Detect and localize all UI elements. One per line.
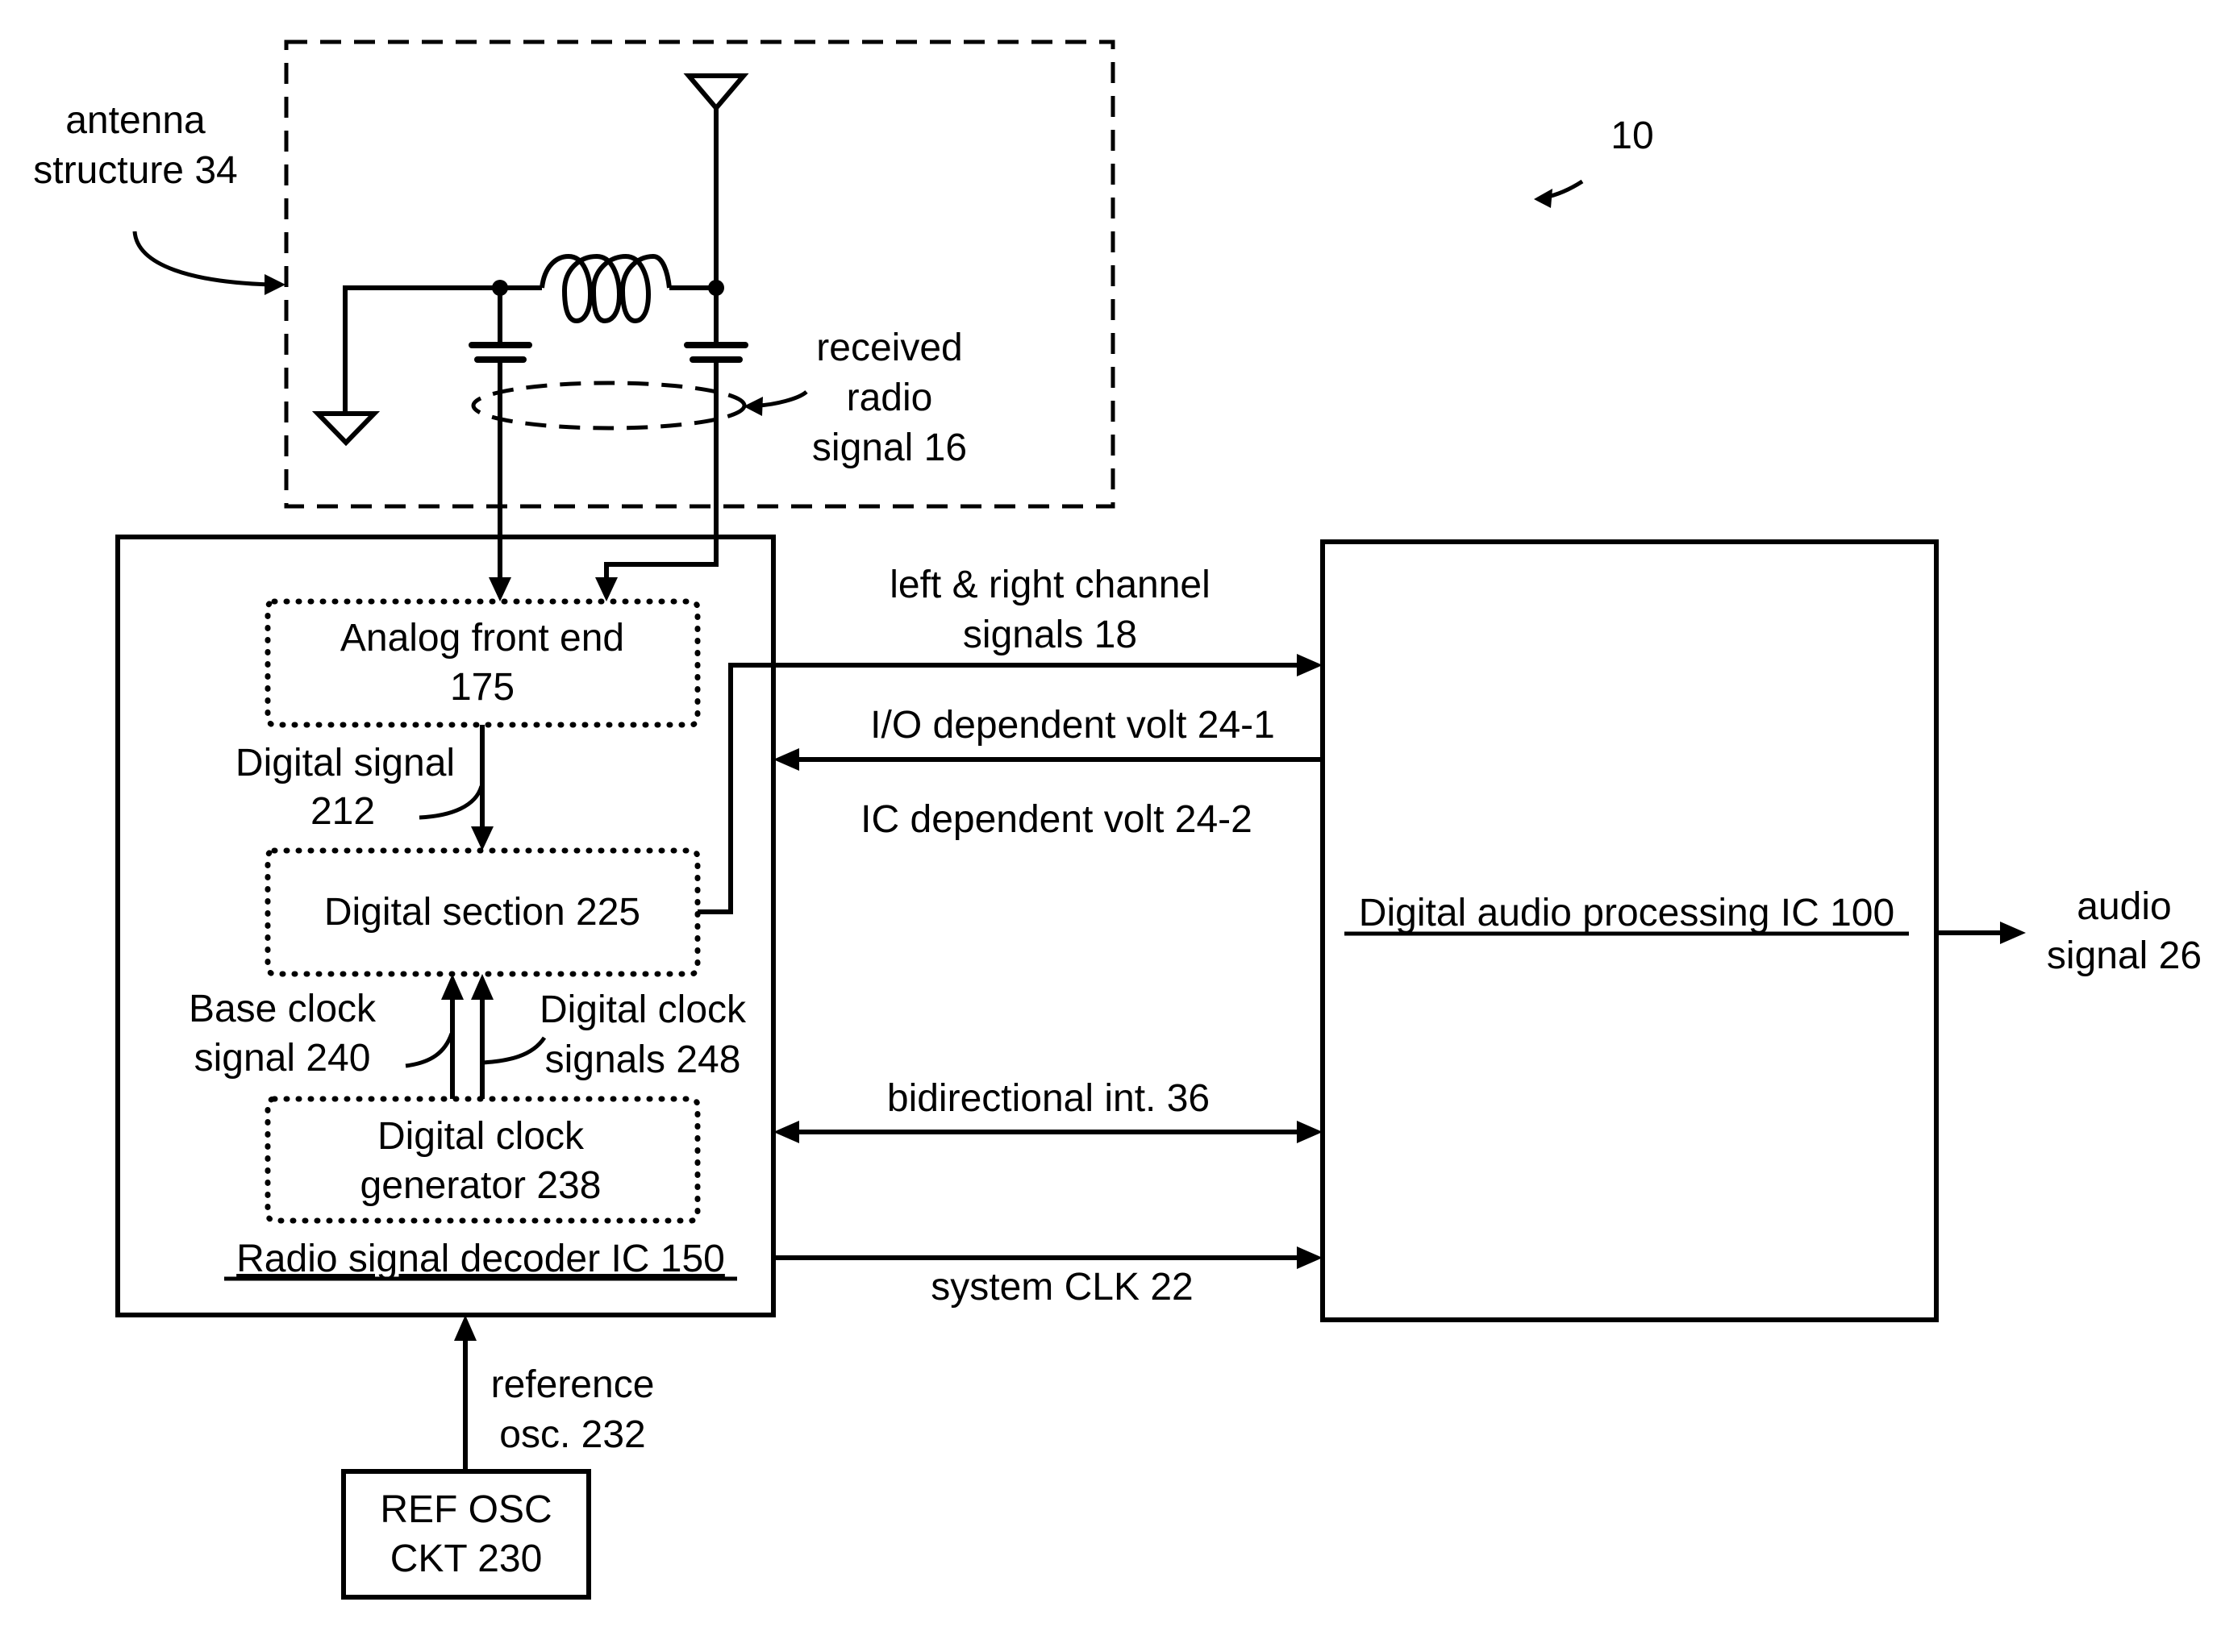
- clock-generator-label-line1: Digital clock: [377, 1115, 585, 1158]
- received-signal-leader: [757, 390, 808, 408]
- ref-osc-ckt-label-line1: REF OSC: [380, 1488, 552, 1531]
- digital-signal-label-line2: 212: [310, 790, 375, 833]
- audio-output-label-line2: signal 26: [2047, 934, 2202, 977]
- received-signal-label-line1: received: [816, 327, 962, 369]
- inductor-icon: [540, 253, 672, 324]
- received-signal-label-line2: radio: [847, 377, 933, 419]
- figure-reference-arrowhead: [1534, 189, 1552, 208]
- system-clk-arrowhead: [1297, 1246, 1323, 1269]
- bidirectional-arrowhead-right: [1297, 1121, 1323, 1143]
- bidirectional-arrowhead-left: [773, 1121, 799, 1143]
- figure-reference-numeral: 10: [1611, 114, 1653, 157]
- digital-signal-arrowhead: [471, 826, 494, 851]
- feed-right-arrowhead: [595, 577, 618, 601]
- antenna-structure-arrowhead: [265, 274, 285, 295]
- ref-osc-ckt-label-line2: CKT 230: [390, 1538, 543, 1580]
- reference-osc-arrowhead: [454, 1315, 477, 1341]
- lr-channel-label-line1: left & right channel: [890, 564, 1211, 606]
- received-signal-arrowhead: [744, 397, 763, 416]
- system-clk-label: system CLK 22: [931, 1266, 1193, 1309]
- audio-output-arrowhead: [2000, 922, 2026, 944]
- feed-line-right: [604, 360, 719, 587]
- analog-front-end-label-line1: Analog front end: [340, 617, 624, 660]
- received-signal-ellipse: [471, 381, 747, 431]
- antenna-structure-label-line2: structure 34: [33, 149, 237, 192]
- digital-clock-signals-leader: [482, 1036, 547, 1065]
- digital-signal-leader: [419, 785, 484, 820]
- received-signal-label-line3: signal 16: [812, 427, 967, 469]
- antenna-structure-leader: [132, 231, 271, 287]
- io-volt-arrowhead: [773, 748, 799, 771]
- reference-osc-label-line2: osc. 232: [499, 1413, 645, 1456]
- antenna-structure-label-line1: antenna: [65, 99, 206, 142]
- ground-icon: [311, 411, 381, 447]
- audio-output-label-line1: audio: [2077, 885, 2171, 928]
- base-clock-leader: [405, 1033, 454, 1068]
- analog-front-end-label-line2: 175: [450, 666, 515, 709]
- digital-signal-label-line1: Digital signal: [235, 742, 455, 784]
- lr-channel-label-line2: signals 18: [963, 614, 1137, 656]
- digital-clock-signals-label-line2: signals 248: [545, 1038, 741, 1081]
- reference-osc-label-line1: reference: [491, 1363, 655, 1406]
- bidirectional-label: bidirectional int. 36: [887, 1077, 1210, 1120]
- digital-clock-signals-label-line1: Digital clock: [540, 988, 747, 1031]
- base-clock-label-line2: signal 240: [194, 1037, 371, 1080]
- digital-clock-arrowhead: [471, 974, 494, 1000]
- io-volt-label: I/O dependent volt 24-1: [870, 704, 1275, 747]
- feed-left-arrowhead: [489, 577, 511, 601]
- audio-ic-title: Digital audio processing IC 100: [1359, 892, 1894, 934]
- decoder-ic-title: Radio signal decoder IC 150: [236, 1238, 725, 1280]
- lr-channel-line: [698, 663, 1306, 914]
- base-clock-label-line1: Base clock: [189, 988, 377, 1030]
- ic-volt-label: IC dependent volt 24-2: [860, 798, 1252, 841]
- base-clock-arrowhead: [441, 974, 464, 1000]
- lr-channel-arrowhead: [1297, 654, 1323, 676]
- block-diagram: 10 antenna structure 34 received radio s…: [33, 40, 2202, 1600]
- ground-wire: [343, 285, 500, 414]
- clock-generator-label-line2: generator 238: [360, 1164, 602, 1207]
- antenna-structure-boundary: [284, 40, 1115, 509]
- digital-section-label: Digital section 225: [324, 891, 640, 934]
- antenna-icon: [683, 73, 749, 112]
